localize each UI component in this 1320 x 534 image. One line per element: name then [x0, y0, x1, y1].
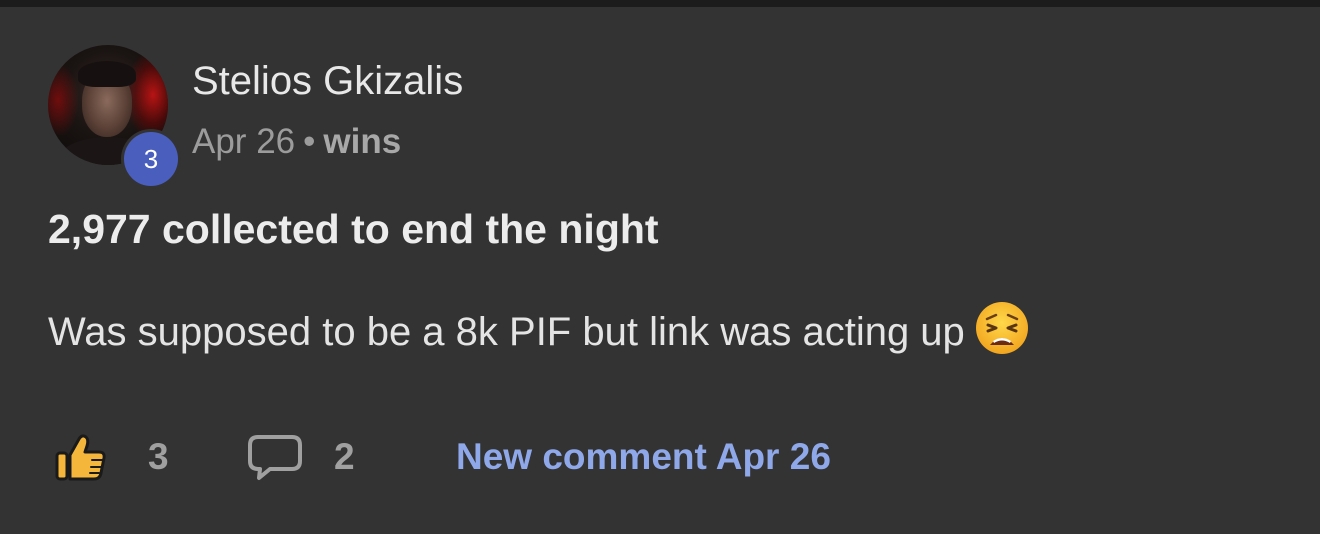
level-badge: 3 [121, 129, 181, 189]
post-card: 3 Stelios Gkizalis Apr 26 • wins 2,977 col… [0, 7, 1320, 534]
post-title[interactable]: 2,977 collected to end the night [48, 205, 659, 253]
post-category[interactable]: wins [323, 122, 401, 161]
comment-count: 2 [334, 436, 355, 477]
top-divider [0, 0, 1320, 7]
post-date: Apr 26 [192, 122, 296, 161]
weary-face-emoji-icon [975, 301, 1029, 355]
speech-bubble-icon[interactable] [246, 431, 304, 483]
post-body: Was supposed to be a 8k PIF but link was… [48, 301, 1029, 356]
new-comment-link[interactable]: New comment Apr 26 [456, 435, 831, 479]
avatar-light-right [128, 55, 168, 135]
avatar-light-left [48, 65, 78, 135]
avatar-hair [78, 61, 136, 87]
post-body-text: Was supposed to be a 8k PIF but link was… [48, 310, 965, 354]
level-badge-number: 3 [124, 132, 178, 186]
thumbs-up-icon[interactable] [52, 429, 108, 485]
author-name[interactable]: Stelios Gkizalis [192, 57, 463, 105]
post-meta: Apr 26 • wins [192, 121, 401, 163]
post-actions: 3 2 New comment Apr 26 [0, 427, 1320, 487]
like-count: 3 [148, 436, 169, 477]
meta-separator: • [303, 122, 316, 161]
